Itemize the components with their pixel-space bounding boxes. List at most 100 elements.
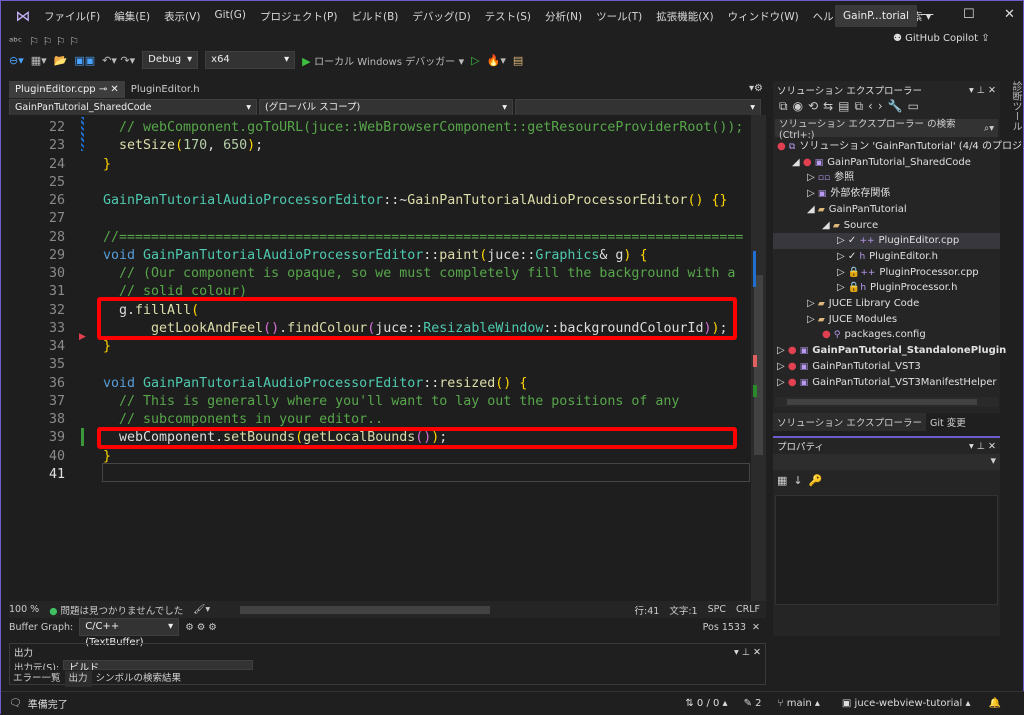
- branch-selector[interactable]: ⑂ main ▴: [778, 698, 820, 709]
- solution-tab[interactable]: ソリューション エクスプローラー: [773, 413, 927, 431]
- bell-icon[interactable]: 🔔: [989, 698, 1001, 709]
- tree-item[interactable]: ● ⧉ソリューション 'GainPanTutorial' (4/4 のプロジェク…: [777, 139, 1024, 155]
- menu-item[interactable]: ツール(T): [589, 9, 649, 24]
- menu-item[interactable]: デバッグ(D): [405, 9, 477, 24]
- bottom-tab[interactable]: 出力: [64, 671, 92, 687]
- tree-item[interactable]: ◢ ● ▣ GainPanTutorial_SharedCode: [792, 155, 971, 171]
- menu-item[interactable]: 分析(N): [538, 9, 589, 24]
- expand-arrow-icon[interactable]: ◢: [792, 157, 803, 168]
- diagnostic-tools-tab[interactable]: 診断ツール: [1003, 81, 1023, 131]
- expand-arrow-icon[interactable]: ◢: [807, 204, 818, 215]
- tab-close-icon[interactable]: ⊸ ✕: [96, 84, 119, 95]
- expand-arrow-icon[interactable]: ▷: [807, 172, 818, 183]
- configuration-select[interactable]: Debug ▾: [142, 51, 199, 69]
- bottom-tab[interactable]: シンボルの検索結果: [92, 671, 186, 687]
- tab-plugineditor-cpp[interactable]: PluginEditor.cpp ⊸ ✕: [9, 81, 125, 98]
- bookmark-icon[interactable]: ⚐ ⚐ ⚐ ⚐: [29, 35, 79, 48]
- properties-toolbar[interactable]: ▦↓🔑: [773, 470, 1000, 491]
- back-icon[interactable]: ⊖▾: [9, 54, 24, 67]
- horizontal-scrollbar[interactable]: [240, 605, 491, 614]
- run-without-debug-icon[interactable]: ▷: [471, 54, 479, 67]
- expand-arrow-icon[interactable]: ▷: [837, 282, 848, 293]
- pane-controls[interactable]: ▾ ⊥ ✕: [969, 85, 996, 96]
- solution-tabs: ソリューション エクスプローラー Git 変更: [773, 413, 970, 431]
- tree-item[interactable]: ▷ ● ▣ GainPanTutorial_VST3ManifestHelper: [777, 375, 997, 391]
- cleanup-icon[interactable]: 🖌▾: [193, 604, 210, 615]
- output-source-select[interactable]: ビルド: [63, 660, 254, 670]
- github-copilot-button[interactable]: ⚉ GitHub Copilot ⇪: [893, 33, 990, 44]
- sync-indicator[interactable]: ⇅ 0 / 0 ▴: [685, 698, 727, 709]
- expand-arrow-icon[interactable]: ▷: [777, 345, 788, 356]
- tree-item[interactable]: ▷ ▰ JUCE Modules: [807, 312, 897, 328]
- menu-item[interactable]: 表示(V): [157, 9, 207, 24]
- bottom-tab[interactable]: エラー一覧: [9, 671, 65, 687]
- expand-arrow-icon[interactable]: ▷: [777, 377, 788, 388]
- spellcheck-icon[interactable]: ᵃᵇᶜ: [9, 35, 22, 48]
- column-indicator[interactable]: 文字:1: [669, 603, 697, 617]
- folder-icon[interactable]: ▤: [513, 54, 523, 67]
- close-button[interactable]: ✕: [1004, 7, 1015, 22]
- expand-arrow-icon[interactable]: ▷: [807, 314, 818, 325]
- line-indicator[interactable]: 行:41: [635, 603, 660, 617]
- checkmark-icon: ✓: [847, 250, 860, 262]
- undo-icon[interactable]: ↶▾ ↷▾: [102, 54, 135, 67]
- tree-item[interactable]: ◢ ▰ GainPanTutorial: [807, 202, 907, 218]
- expand-arrow-icon[interactable]: ▷: [837, 235, 848, 246]
- menu-item[interactable]: プロジェクト(P): [253, 9, 345, 24]
- solution-tab[interactable]: Git 変更: [926, 413, 970, 431]
- properties-pane-controls[interactable]: ▾ ⊥ ✕: [969, 441, 996, 452]
- tree-item[interactable]: ◢ ▰ Source: [822, 218, 878, 234]
- new-project-icon[interactable]: ▦▾: [31, 54, 47, 67]
- tab-plugineditor-h[interactable]: PluginEditor.h: [125, 81, 206, 98]
- menu-item[interactable]: 拡張機能(X): [649, 9, 720, 24]
- tree-item[interactable]: ▷ ▣ 外部依存関係: [807, 186, 890, 202]
- solution-search-input[interactable]: ソリューション エクスプローラー の検索 (Ctrl+:) ⌕▾: [775, 119, 998, 141]
- output-pane-controls[interactable]: ▾ ⊥ ✕: [734, 647, 761, 658]
- expand-arrow-icon[interactable]: ▷: [807, 188, 818, 199]
- hot-reload-icon[interactable]: 🔥▾: [487, 54, 506, 67]
- maximize-button[interactable]: ☐: [963, 7, 975, 22]
- whitespace-indicator[interactable]: SPC: [708, 604, 726, 615]
- menu-item[interactable]: テスト(S): [478, 9, 538, 24]
- platform-select[interactable]: x64 ▾: [205, 51, 296, 69]
- expand-arrow-icon[interactable]: ◢: [822, 220, 833, 231]
- minimize-button[interactable]: —: [921, 7, 934, 22]
- menu-item[interactable]: 編集(E): [107, 9, 157, 24]
- menu-item[interactable]: Git(G): [207, 9, 253, 24]
- solution-hscrollbar[interactable]: [775, 397, 998, 407]
- tree-item[interactable]: ▷ 🔒h PluginProcessor.h: [837, 280, 957, 296]
- navigation-bar: GainPanTutorial_SharedCode ▾ (グローバル スコープ)…: [9, 99, 766, 117]
- tree-item[interactable]: ▷ ▰ JUCE Library Code: [807, 296, 919, 312]
- buffer-tools-icon[interactable]: ⚙ ⚙ ⚙: [185, 622, 217, 633]
- expand-arrow-icon[interactable]: ▷: [807, 298, 818, 309]
- expand-arrow-icon[interactable]: ▷: [837, 267, 848, 278]
- buffer-close-icon[interactable]: ✕: [752, 622, 760, 633]
- vertical-scrollbar[interactable]: [751, 115, 766, 601]
- run-debugger-button[interactable]: ▶ ローカル Windows デバッガー ▾: [302, 53, 464, 68]
- expand-arrow-icon[interactable]: ▷: [837, 251, 848, 262]
- tree-item[interactable]: ▷ ✓ ++ PluginEditor.cpp: [773, 233, 1000, 250]
- repo-selector[interactable]: ▣ juce-webview-tutorial ▴: [842, 698, 971, 709]
- issues-indicator[interactable]: ● 問題は見つかりませんでした: [49, 603, 183, 617]
- menu-item[interactable]: ファイル(F): [37, 9, 107, 24]
- tree-item[interactable]: ▷ ● ▣ GainPanTutorial_VST3: [777, 359, 921, 375]
- code-editor[interactable]: ▶ 22 // webComponent.goToURL(juce::WebBr…: [9, 115, 766, 601]
- properties-object-select[interactable]: ▾: [773, 454, 1000, 470]
- tab-options-icon[interactable]: ▾⚙: [749, 83, 763, 94]
- tree-item[interactable]: ▷ ▫▫ 参照: [807, 170, 854, 186]
- save-icon[interactable]: ▣▣: [74, 54, 95, 67]
- menu-item[interactable]: ビルド(B): [344, 9, 405, 24]
- pending-edits[interactable]: ✎ 2: [744, 698, 762, 709]
- tree-item[interactable]: ▷ ✓ h PluginEditor.h: [837, 249, 938, 265]
- code-token: 650: [223, 138, 248, 154]
- zoom-level[interactable]: 100 %: [9, 604, 39, 615]
- tree-item[interactable]: ▷ ● ▣ GainPanTutorial_StandalonePlugin: [777, 343, 1006, 359]
- tree-item[interactable]: ● ⚲ packages.config: [822, 327, 926, 343]
- line-ending-indicator[interactable]: CRLF: [736, 604, 760, 615]
- menu-item[interactable]: ウィンドウ(W): [721, 9, 806, 24]
- buffer-graph-select[interactable]: C/C++ (TextBuffer) ▾: [79, 618, 180, 648]
- open-icon[interactable]: 📂: [54, 54, 68, 67]
- tree-item-label: GainPanTutorial_VST3: [812, 360, 921, 372]
- tree-item[interactable]: ▷ 🔒++ PluginProcessor.cpp: [837, 265, 979, 281]
- expand-arrow-icon[interactable]: ▷: [777, 361, 788, 372]
